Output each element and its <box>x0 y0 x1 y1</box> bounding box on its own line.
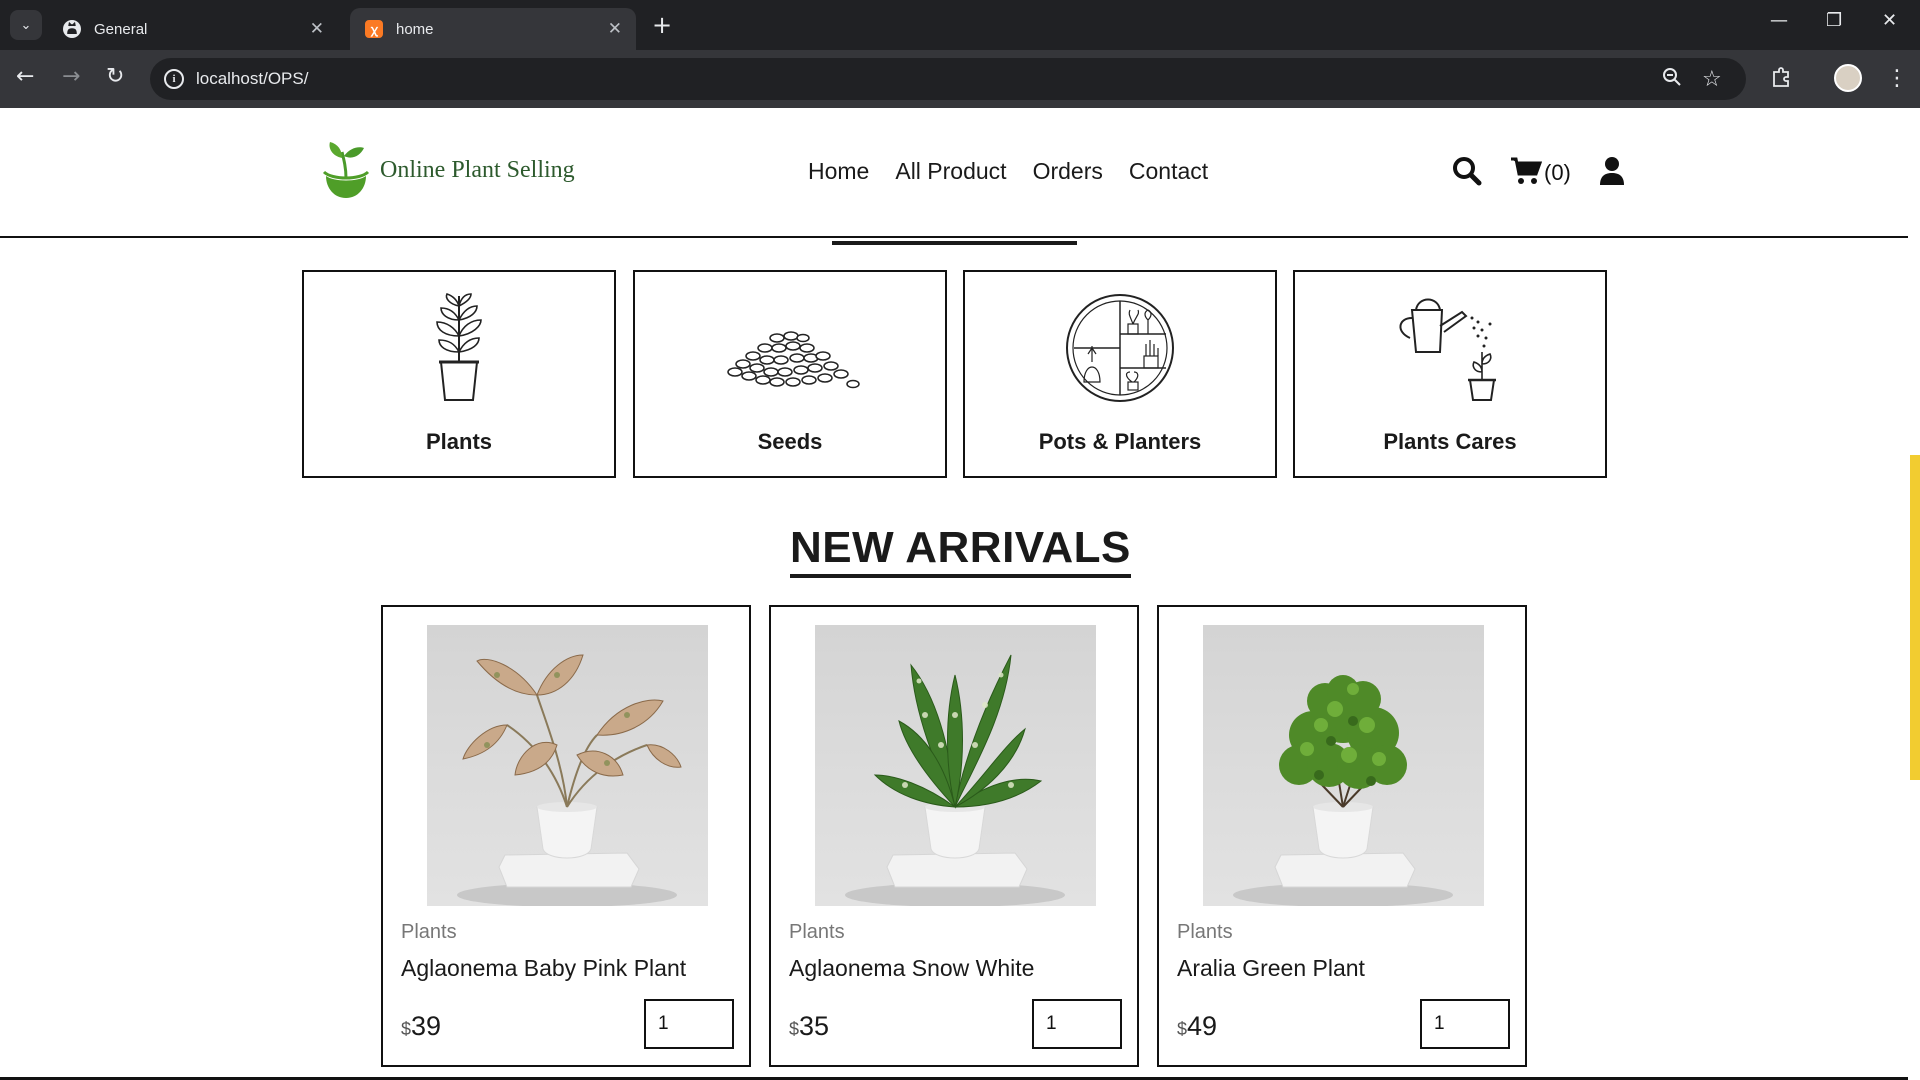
quantity-input[interactable] <box>1420 999 1510 1049</box>
cart-button[interactable]: (0) <box>1510 156 1571 186</box>
pots-icon <box>965 292 1275 404</box>
tab-title: General <box>94 20 148 38</box>
currency-symbol: $ <box>789 1019 800 1039</box>
product-name[interactable]: Aralia Green Plant <box>1177 955 1365 982</box>
product-price: $49 <box>1177 1011 1217 1042</box>
category-label: Seeds <box>757 429 823 454</box>
menu-kebab-icon[interactable]: ⋮ <box>1886 66 1908 91</box>
zoom-icon[interactable] <box>1662 67 1682 92</box>
extensions-icon[interactable] <box>1770 66 1792 93</box>
price-value: 49 <box>1187 1011 1218 1041</box>
currency-symbol: $ <box>401 1019 412 1039</box>
browser-toolbar: ← → ↻ i localhost/OPS/ ☆ ⋮ <box>0 50 1920 108</box>
site-header: Online Plant Selling Home All Product Or… <box>0 108 1908 238</box>
github-icon <box>62 19 82 39</box>
nav-orders[interactable]: Orders <box>1033 158 1103 185</box>
product-price: $35 <box>789 1011 829 1042</box>
profile-avatar[interactable] <box>1834 64 1862 92</box>
product-image[interactable] <box>815 625 1096 906</box>
category-card-plants[interactable]: Plants <box>302 270 616 478</box>
seeds-icon <box>635 292 945 404</box>
product-name[interactable]: Aglaonema Baby Pink Plant <box>401 955 686 982</box>
nav-home[interactable]: Home <box>808 158 869 185</box>
quantity-input[interactable] <box>644 999 734 1049</box>
minimize-icon[interactable]: — <box>1770 10 1788 31</box>
category-card-plant-care[interactable]: Plants Cares <box>1293 270 1607 478</box>
xampp-icon: ꭓ <box>364 19 384 39</box>
price-value: 35 <box>799 1011 830 1041</box>
product-category: Plants <box>401 921 457 943</box>
user-icon[interactable] <box>1599 156 1625 186</box>
quantity-input[interactable] <box>1032 999 1122 1049</box>
product-card[interactable]: Plants Aglaonema Baby Pink Plant $39 <box>381 605 751 1067</box>
browser-tab-bar: ⌄ General ✕ ꭓ home ✕ + — ❐ ✕ <box>0 0 1920 50</box>
tab-title: home <box>396 20 434 38</box>
address-bar[interactable]: i localhost/OPS/ ☆ <box>150 58 1746 100</box>
window-close-icon[interactable]: ✕ <box>1882 10 1897 31</box>
price-value: 39 <box>411 1011 442 1041</box>
url-text[interactable]: localhost/OPS/ <box>196 69 308 89</box>
forward-arrow-icon[interactable]: → <box>62 64 80 89</box>
category-card-seeds[interactable]: Seeds <box>633 270 947 478</box>
product-card[interactable]: Plants Aralia Green Plant $49 <box>1157 605 1527 1067</box>
product-card[interactable]: Plants Aglaonema Snow White $35 <box>769 605 1139 1067</box>
header-actions: (0) <box>1452 156 1625 186</box>
cart-icon <box>1511 157 1542 184</box>
section-title: NEW ARRIVALS <box>790 522 1131 578</box>
back-arrow-icon[interactable]: ← <box>16 64 34 89</box>
category-card-pots[interactable]: Pots & Planters <box>963 270 1277 478</box>
new-tab-button[interactable]: + <box>652 12 672 38</box>
tab-search-button[interactable]: ⌄ <box>10 10 42 40</box>
nav-all-product[interactable]: All Product <box>895 158 1006 185</box>
browser-tab-home[interactable]: ꭓ home ✕ <box>350 8 636 50</box>
restore-icon[interactable]: ❐ <box>1826 10 1842 31</box>
product-category: Plants <box>1177 921 1233 943</box>
category-label: Pots & Planters <box>1038 429 1202 454</box>
section-divider <box>832 241 1077 245</box>
browser-tab-general[interactable]: General ✕ <box>48 8 338 50</box>
close-icon[interactable]: ✕ <box>608 19 622 39</box>
close-icon[interactable]: ✕ <box>310 19 324 39</box>
product-image[interactable] <box>1203 625 1484 906</box>
logo-text: Online Plant Selling <box>380 156 575 183</box>
cart-count: (0) <box>1544 160 1571 185</box>
reload-icon[interactable]: ↻ <box>106 64 124 89</box>
product-category: Plants <box>789 921 845 943</box>
sprout-logo-icon <box>322 142 370 198</box>
product-name[interactable]: Aglaonema Snow White <box>789 955 1034 982</box>
site-info-icon[interactable]: i <box>164 69 184 89</box>
product-price: $39 <box>401 1011 441 1042</box>
watering-can-icon <box>1295 292 1605 404</box>
side-accent-bar <box>1910 455 1920 780</box>
category-label: Plants <box>425 429 493 454</box>
bookmark-star-icon[interactable]: ☆ <box>1702 67 1722 92</box>
plant-icon <box>304 292 614 404</box>
site-logo[interactable]: Online Plant Selling <box>322 138 575 202</box>
main-nav: Home All Product Orders Contact <box>808 158 1208 185</box>
nav-contact[interactable]: Contact <box>1129 158 1208 185</box>
product-image[interactable] <box>427 625 708 906</box>
search-icon[interactable] <box>1452 156 1482 186</box>
category-label: Plants Cares <box>1383 429 1517 454</box>
currency-symbol: $ <box>1177 1019 1188 1039</box>
